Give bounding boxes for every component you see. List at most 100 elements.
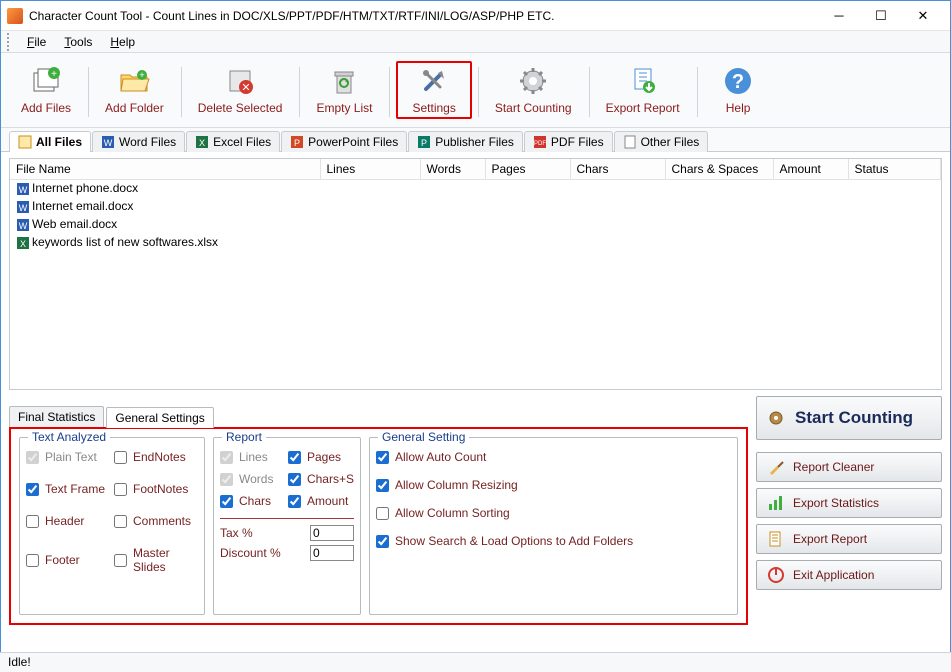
tax-row: Tax % [220, 525, 354, 541]
file-table: File Name Lines Words Pages Chars Chars … [10, 159, 941, 252]
chk-endnotes[interactable]: EndNotes [114, 450, 198, 464]
toolbar-label: Export Report [606, 101, 680, 115]
gear-icon [767, 409, 785, 427]
chk-chars-s[interactable]: Chars+S [288, 472, 354, 486]
settings-panel: Text Analyzed Plain Text EndNotes Text F… [9, 427, 748, 625]
col-pages[interactable]: Pages [485, 159, 570, 180]
svg-text:✕: ✕ [241, 82, 250, 94]
svg-text:P: P [294, 138, 300, 148]
svg-text:W: W [19, 185, 28, 195]
col-filename[interactable]: File Name [10, 159, 320, 180]
tax-input[interactable] [310, 525, 354, 541]
minimize-button[interactable]: ─ [818, 2, 860, 30]
chk-col-resize[interactable]: Allow Column Resizing [376, 478, 731, 492]
chk-amount[interactable]: Amount [288, 494, 354, 508]
toolbar-label: Help [726, 101, 751, 115]
tab-general-settings[interactable]: General Settings [106, 407, 213, 428]
menubar: File Tools Help [1, 31, 950, 53]
table-row[interactable]: WWeb email.docx [10, 216, 941, 234]
table-row[interactable]: WInternet email.docx [10, 198, 941, 216]
stats-icon [767, 494, 785, 512]
chk-pages[interactable]: Pages [288, 450, 354, 464]
fieldset-text-analyzed: Text Analyzed Plain Text EndNotes Text F… [19, 437, 205, 615]
toolbar-label: Empty List [316, 101, 372, 115]
col-chars-spaces[interactable]: Chars & Spaces [665, 159, 773, 180]
svg-text:X: X [199, 138, 205, 148]
titlebar: Character Count Tool - Count Lines in DO… [1, 1, 950, 31]
tab-word-files[interactable]: WWord Files [92, 131, 185, 152]
table-row[interactable]: Xkeywords list of new softwares.xlsx [10, 234, 941, 252]
menu-file[interactable]: File [19, 33, 54, 51]
file-type-icon: W [16, 218, 30, 232]
bottom-tabs: Final Statistics General Settings [9, 406, 748, 427]
tab-ppt-files[interactable]: PPowerPoint Files [281, 131, 407, 152]
report-cleaner-button[interactable]: Report Cleaner [756, 452, 942, 482]
publisher-icon: P [417, 135, 431, 149]
col-amount[interactable]: Amount [773, 159, 848, 180]
tab-final-statistics[interactable]: Final Statistics [9, 406, 104, 427]
word-icon: W [101, 135, 115, 149]
chk-header[interactable]: Header [26, 514, 110, 528]
maximize-button[interactable]: ☐ [860, 2, 902, 30]
add-folder-icon: + [118, 65, 150, 97]
export-report-button[interactable]: Export Report [596, 61, 691, 119]
svg-text:W: W [104, 138, 113, 148]
chk-master-slides[interactable]: Master Slides [114, 546, 198, 574]
export-icon [627, 65, 659, 97]
add-folder-button[interactable]: + Add Folder [95, 61, 175, 119]
table-row[interactable]: WInternet phone.docx [10, 180, 941, 198]
chk-footer[interactable]: Footer [26, 546, 110, 574]
export-report-side-button[interactable]: Export Report [756, 524, 942, 554]
menu-help[interactable]: Help [102, 33, 143, 51]
col-chars[interactable]: Chars [570, 159, 665, 180]
chk-comments[interactable]: Comments [114, 514, 198, 528]
legend: Text Analyzed [28, 430, 110, 444]
add-files-button[interactable]: + Add Files [11, 61, 82, 119]
legend: General Setting [378, 430, 469, 444]
file-type-icon: W [16, 200, 30, 214]
empty-list-button[interactable]: Empty List [306, 61, 383, 119]
chk-text-frame[interactable]: Text Frame [26, 482, 110, 496]
side-buttons: Start Counting Report Cleaner Export Sta… [756, 396, 942, 625]
toolbar: + Add Files + Add Folder ✕ Delete Select… [1, 53, 950, 128]
export-statistics-button[interactable]: Export Statistics [756, 488, 942, 518]
other-files-icon [623, 135, 637, 149]
toolbar-label: Add Folder [105, 101, 164, 115]
exit-icon [767, 566, 785, 584]
start-counting-button[interactable]: Start Counting [485, 61, 583, 119]
svg-text:+: + [51, 69, 57, 80]
chk-col-sort[interactable]: Allow Column Sorting [376, 506, 731, 520]
tab-other-files[interactable]: Other Files [614, 131, 709, 152]
menu-tools[interactable]: Tools [56, 33, 100, 51]
fieldset-general: General Setting Allow Auto Count Allow C… [369, 437, 738, 615]
tab-excel-files[interactable]: XExcel Files [186, 131, 280, 152]
svg-text:W: W [19, 221, 28, 231]
exit-application-button[interactable]: Exit Application [756, 560, 942, 590]
delete-selected-button[interactable]: ✕ Delete Selected [188, 61, 294, 119]
chk-footnotes[interactable]: FootNotes [114, 482, 198, 496]
legend: Report [222, 430, 266, 444]
col-status[interactable]: Status [848, 159, 941, 180]
start-counting-side-button[interactable]: Start Counting [756, 396, 942, 440]
col-words[interactable]: Words [420, 159, 485, 180]
tab-all-files[interactable]: All Files [9, 131, 91, 152]
discount-input[interactable] [310, 545, 354, 561]
export-report-icon [767, 530, 785, 548]
settings-button[interactable]: Settings [396, 61, 471, 119]
close-button[interactable]: ✕ [902, 2, 944, 30]
chk-show-search[interactable]: Show Search & Load Options to Add Folder… [376, 534, 731, 548]
chk-chars[interactable]: Chars [220, 494, 284, 508]
settings-icon [418, 65, 450, 97]
svg-text:W: W [19, 203, 28, 213]
chk-auto-count[interactable]: Allow Auto Count [376, 450, 731, 464]
ppt-icon: P [290, 135, 304, 149]
chk-plain-text: Plain Text [26, 450, 110, 464]
help-button[interactable]: ? Help [704, 61, 774, 119]
fieldset-report: Report Lines Pages Words Chars+S Chars A… [213, 437, 361, 615]
window-title: Character Count Tool - Count Lines in DO… [29, 9, 818, 23]
svg-text:?: ? [732, 71, 744, 93]
file-type-icon: X [16, 236, 30, 250]
tab-pdf-files[interactable]: PDFPDF Files [524, 131, 613, 152]
col-lines[interactable]: Lines [320, 159, 420, 180]
tab-publisher-files[interactable]: PPublisher Files [408, 131, 523, 152]
